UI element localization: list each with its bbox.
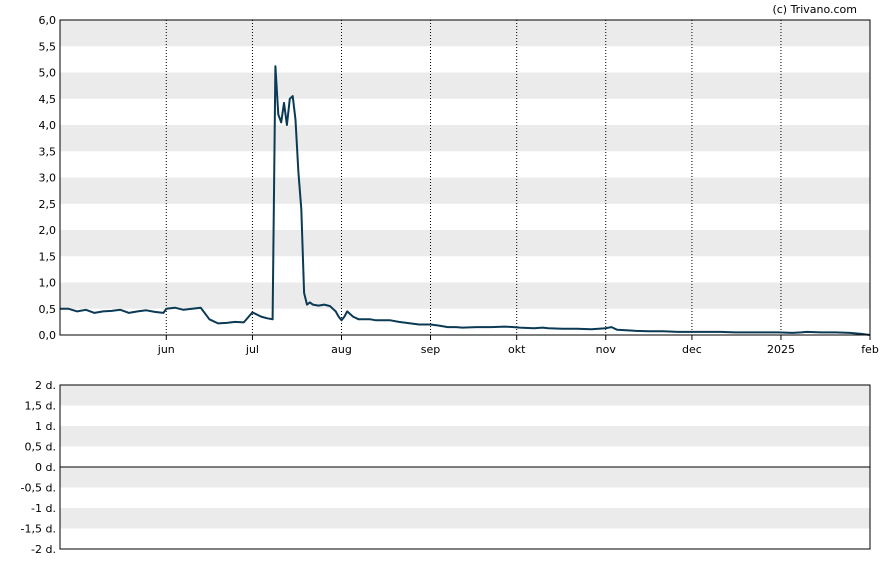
y-tick-label: 1,5 d. (25, 400, 56, 413)
grid-band (60, 426, 870, 447)
grid-band (60, 282, 870, 309)
y-tick-label: 4,0 (39, 119, 57, 132)
grid-band (60, 72, 870, 99)
y-tick-label: -1,5 d. (21, 523, 56, 536)
x-tick-label: aug (331, 343, 352, 356)
y-tick-label: 1,0 (39, 277, 57, 290)
grid-band (60, 177, 870, 204)
x-tick-label: dec (682, 343, 702, 356)
x-tick-label: 2025 (767, 343, 795, 356)
y-tick-label: 4,5 (39, 93, 57, 106)
grid-band (60, 385, 870, 406)
credit-label: (c) Trivano.com (772, 3, 857, 16)
y-tick-label: 1 d. (35, 420, 56, 433)
y-tick-label: -0,5 d. (21, 482, 56, 495)
bottom-y-ticks: 2 d. 1,5 d. 1 d. 0,5 d. 0 d. -0,5 d. -1 d. -1,5… (21, 379, 56, 556)
y-tick-label: 2 d. (35, 379, 56, 392)
top-chart-bands (60, 20, 870, 309)
x-tick-label: feb (861, 343, 879, 356)
y-tick-label: -1 d. (31, 502, 56, 515)
x-tick-label: jul (245, 343, 259, 356)
x-ticks: jun jul aug sep okt nov dec 2025 feb (157, 335, 879, 356)
bottom-chart-bands (60, 385, 870, 529)
grid-band (60, 125, 870, 152)
y-tick-label: 5,5 (39, 40, 57, 53)
x-tick-label: jun (157, 343, 175, 356)
grid-band (60, 508, 870, 529)
y-tick-label: 3,0 (39, 172, 57, 185)
y-tick-label: 6,0 (39, 14, 57, 27)
y-tick-label: 2,0 (39, 224, 57, 237)
grid-band (60, 230, 870, 257)
x-tick-label: okt (508, 343, 526, 356)
top-y-ticks: 0,0 0,5 1,0 1,5 2,0 2,5 3,0 3,5 4,0 4,5 5,0 5,5 6,0 (39, 14, 57, 342)
y-tick-label: 3,5 (39, 145, 57, 158)
x-tick-label: nov (596, 343, 617, 356)
y-tick-label: 0,5 (39, 303, 57, 316)
y-tick-label: 0 d. (35, 461, 56, 474)
chart-area: 0,00,51,01,52,02,53,03,54,04,55,05,56,0 … (21, 3, 879, 556)
y-tick-label: 0,5 d. (25, 441, 56, 454)
y-tick-label: 0,0 (39, 329, 57, 342)
y-tick-label: 1,5 (39, 250, 57, 263)
x-tick-label: sep (421, 343, 440, 356)
y-tick-label: -2 d. (31, 543, 56, 556)
y-tick-label: 2,5 (39, 198, 57, 211)
grid-band (60, 20, 870, 47)
y-tick-label: 5,0 (39, 67, 57, 80)
grid-band (60, 467, 870, 488)
